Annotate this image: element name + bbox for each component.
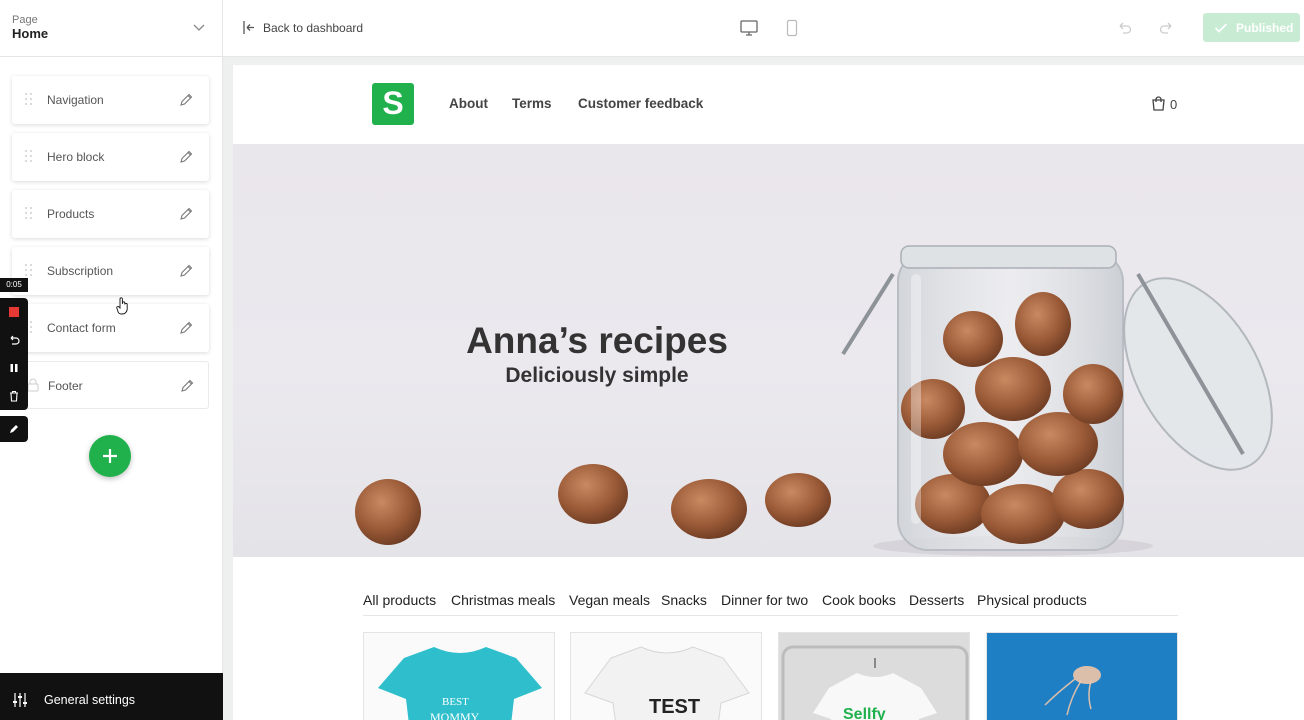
block-contact-form[interactable]: Contact form — [12, 304, 209, 352]
sidebar: Page Home Navigation Hero block Products… — [0, 0, 223, 720]
block-hero[interactable]: Hero block — [12, 133, 209, 181]
cart-count: 0 — [1170, 97, 1178, 112]
recorder-toolbar — [0, 298, 28, 410]
block-label: Subscription — [47, 264, 114, 278]
restart-recording-button[interactable] — [0, 326, 28, 354]
pencil-icon[interactable] — [179, 378, 195, 394]
page-selector[interactable]: Page Home — [0, 0, 222, 57]
tshirt-text: MOMMY — [430, 710, 480, 720]
cart-icon — [1152, 96, 1165, 111]
block-footer[interactable]: Footer — [12, 361, 209, 409]
site-preview: S About Terms Customer feedback 0 Anna’s… — [233, 65, 1304, 720]
drag-handle-icon[interactable] — [25, 93, 33, 107]
pen-icon — [10, 425, 18, 433]
mobile-view-icon[interactable] — [782, 18, 802, 38]
product-image: TEST — [571, 633, 761, 720]
category-tab[interactable]: Snacks — [661, 592, 707, 608]
delete-recording-button[interactable] — [0, 382, 28, 410]
category-tab[interactable]: Vegan meals — [569, 592, 650, 608]
exit-icon — [243, 21, 254, 34]
block-navigation[interactable]: Navigation — [12, 76, 209, 124]
annotate-button[interactable] — [0, 416, 28, 442]
tshirt-text: BEST — [442, 696, 469, 708]
chevron-down-icon — [193, 24, 205, 31]
pencil-icon[interactable] — [178, 149, 194, 165]
hero-subtitle: Deliciously simple — [505, 364, 689, 387]
sliders-icon — [13, 693, 27, 707]
category-tab[interactable]: Desserts — [909, 592, 964, 608]
category-tab[interactable]: Christmas meals — [451, 592, 555, 608]
product-image — [987, 633, 1177, 720]
pause-recording-button[interactable] — [0, 354, 28, 382]
drag-handle-icon[interactable] — [25, 264, 33, 278]
tshirt-text: Sellfy — [843, 706, 886, 720]
nav-link-customer-feedback[interactable]: Customer feedback — [578, 96, 703, 111]
block-label: Hero block — [47, 150, 105, 164]
page-selector-label: Page — [12, 14, 38, 26]
recording-timer: 0:05 — [0, 278, 28, 292]
trash-icon — [10, 390, 18, 402]
desktop-view-icon[interactable] — [739, 18, 759, 38]
block-label: Navigation — [47, 93, 104, 107]
published-button[interactable]: Published — [1203, 13, 1300, 42]
undo-icon[interactable] — [1114, 18, 1134, 38]
block-label: Products — [47, 207, 95, 221]
product-card[interactable] — [986, 632, 1178, 720]
stop-recording-button[interactable] — [0, 298, 28, 326]
general-settings-button[interactable]: General settings — [0, 673, 223, 720]
pause-icon — [10, 364, 18, 372]
product-card[interactable]: Sellfy — [778, 632, 970, 720]
product-card[interactable]: TEST — [570, 632, 762, 720]
block-label: Contact form — [47, 321, 116, 335]
block-subscription[interactable]: Subscription — [12, 247, 209, 295]
pencil-icon[interactable] — [178, 92, 194, 108]
product-card[interactable]: BEST MOMMY — [363, 632, 555, 720]
category-tab[interactable]: Dinner for two — [721, 592, 808, 608]
cart-button[interactable]: 0 — [1151, 95, 1181, 113]
product-categories: All products Christmas meals Vegan meals… — [363, 591, 1178, 616]
editor-topbar: Back to dashboard Published — [223, 0, 1304, 57]
category-tab[interactable]: Cook books — [822, 592, 896, 608]
tshirt-text: TEST — [649, 696, 700, 718]
drag-handle-icon[interactable] — [25, 207, 33, 221]
published-label: Published — [1236, 21, 1294, 35]
add-block-button[interactable] — [89, 435, 131, 477]
pencil-icon[interactable] — [178, 263, 194, 279]
store-logo[interactable]: S — [372, 83, 414, 125]
pencil-icon[interactable] — [178, 320, 194, 336]
product-image: BEST MOMMY — [364, 633, 554, 720]
block-products[interactable]: Products — [12, 190, 209, 238]
pencil-icon[interactable] — [178, 206, 194, 222]
general-settings-label: General settings — [44, 693, 136, 707]
back-to-dashboard-label: Back to dashboard — [263, 21, 364, 35]
category-tab[interactable]: All products — [363, 592, 436, 608]
plus-icon — [103, 449, 117, 463]
check-icon — [1214, 23, 1228, 33]
logo-letter: S — [382, 85, 404, 121]
nav-link-about[interactable]: About — [449, 96, 488, 111]
category-tab[interactable]: Physical products — [977, 592, 1087, 608]
product-image: Sellfy — [779, 633, 969, 720]
stop-icon — [9, 307, 19, 317]
lock-icon — [27, 378, 39, 392]
hero-title: Anna’s recipes — [466, 320, 728, 361]
hero-block[interactable]: Anna’s recipes Deliciously simple — [233, 144, 1304, 557]
undo-icon — [10, 335, 20, 345]
block-label: Footer — [48, 379, 83, 393]
hand-cursor-icon — [116, 297, 128, 315]
drag-handle-icon[interactable] — [25, 150, 33, 164]
site-navigation[interactable]: S About Terms Customer feedback 0 — [233, 65, 1304, 144]
page-selector-value: Home — [12, 26, 49, 41]
nav-link-terms[interactable]: Terms — [512, 96, 552, 111]
redo-icon[interactable] — [1157, 18, 1177, 38]
